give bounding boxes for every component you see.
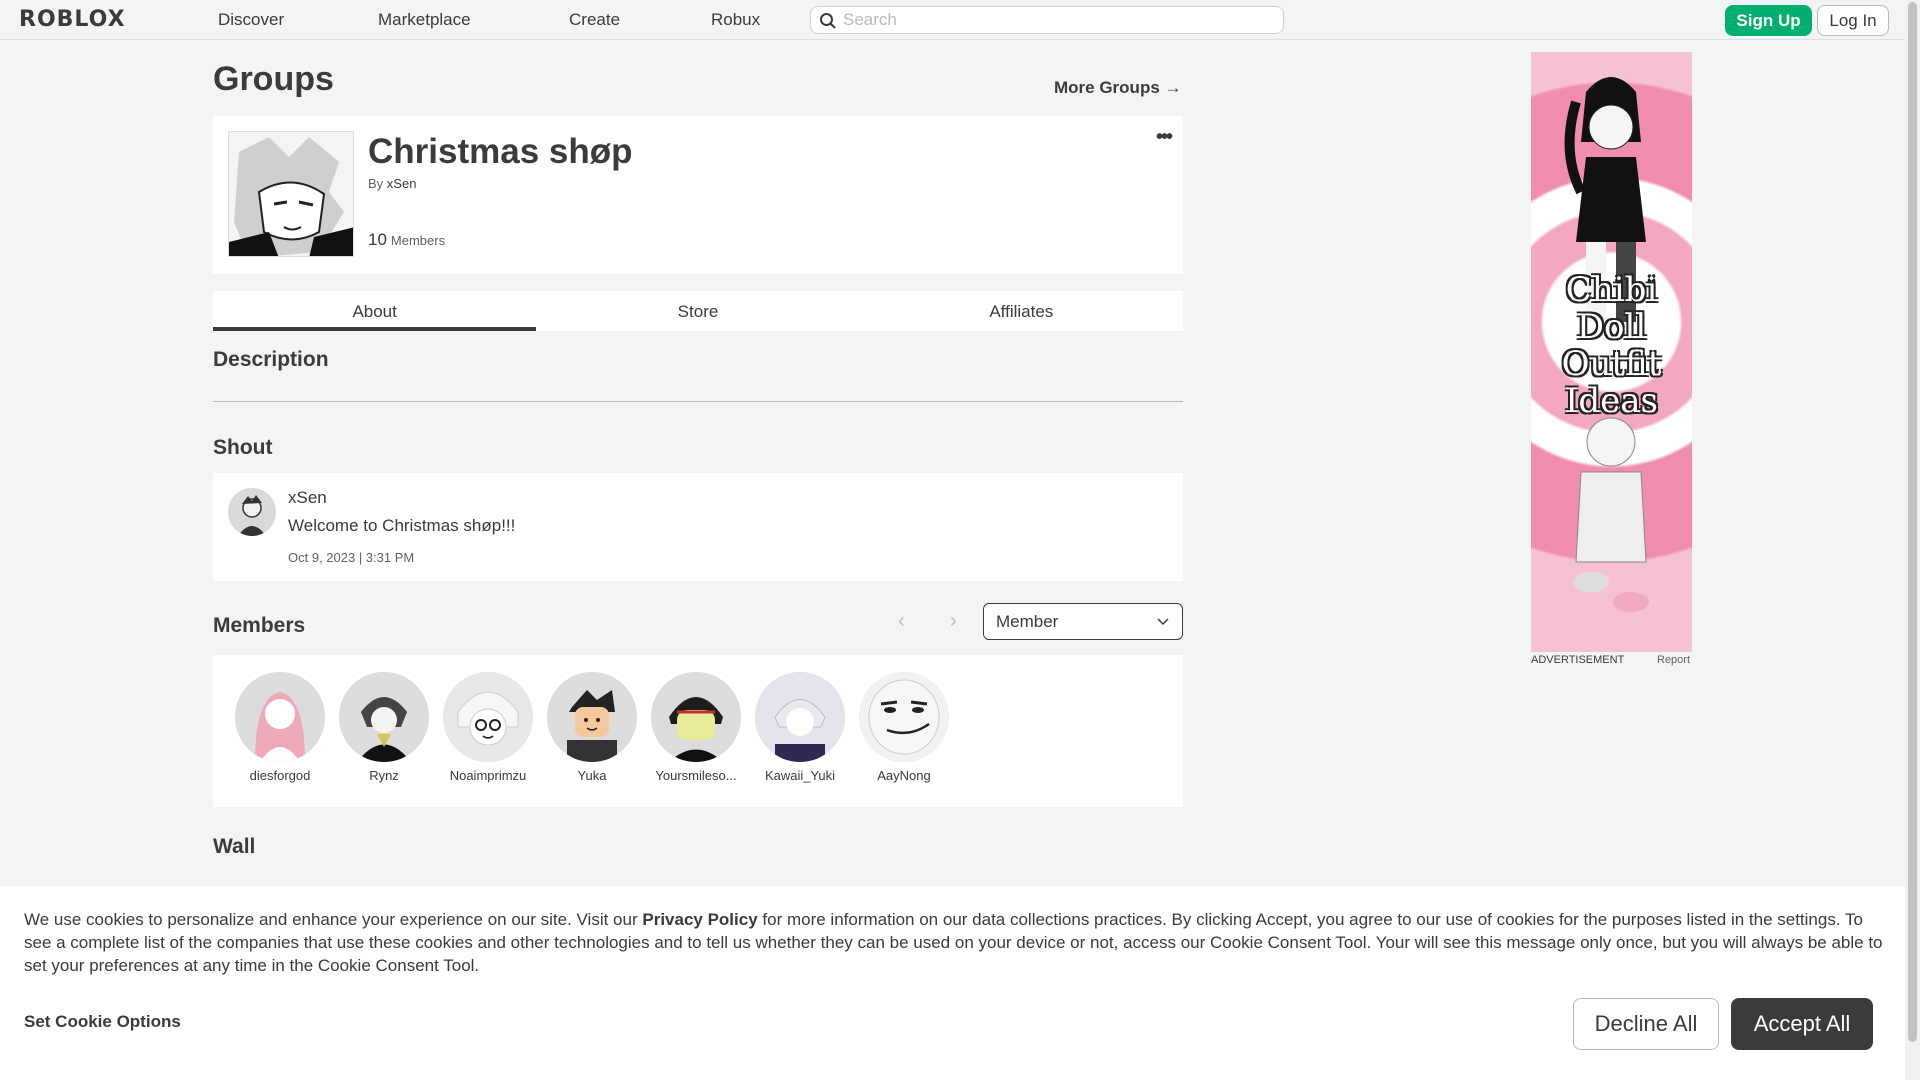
nav-marketplace[interactable]: Marketplace — [378, 10, 471, 30]
member-role-selected: Member — [996, 612, 1059, 631]
search-icon — [820, 13, 836, 29]
group-owner-link[interactable]: xSen — [387, 176, 417, 191]
advertisement-banner[interactable]: Chibi Doll Outfit Ideas — [1531, 52, 1692, 652]
group-name: Christmas shøp — [368, 132, 633, 171]
wall-heading: Wall — [213, 835, 256, 858]
page-scrollbar[interactable] — [1905, 0, 1920, 1080]
ad-label: ADVERTISEMENT — [1531, 654, 1625, 666]
cookie-banner: We use cookies to personalize and enhanc… — [0, 886, 1905, 1080]
top-nav: ROBLOX Discover Marketplace Create Robux… — [0, 0, 1905, 40]
shout-timestamp: Oct 9, 2023 | 3:31 PM — [288, 550, 415, 565]
decline-all-button[interactable]: Decline All — [1573, 998, 1719, 1050]
member-count-value: 10 — [368, 230, 387, 249]
cookie-message: We use cookies to personalize and enhanc… — [24, 908, 1884, 977]
member-avatar[interactable] — [339, 672, 429, 762]
members-list: diesforgod Rynz Noaimprimzu Yuka Yoursmi… — [213, 655, 1183, 807]
nav-robux[interactable]: Robux — [711, 10, 760, 30]
search-input[interactable] — [843, 10, 1283, 30]
member-item[interactable]: Yoursmileso... — [646, 672, 746, 783]
member-item[interactable]: Yuka — [542, 672, 642, 783]
chevron-down-icon — [1157, 618, 1169, 626]
ad-headline: Chibi Doll Outfit Ideas — [1561, 270, 1662, 421]
member-item[interactable]: Kawaii_Yuki — [750, 672, 850, 783]
more-groups-link[interactable]: More Groups → — [1054, 78, 1182, 98]
shout-avatar[interactable] — [228, 488, 276, 536]
set-cookie-options-link[interactable]: Set Cookie Options — [24, 1012, 181, 1032]
member-avatar[interactable] — [651, 672, 741, 762]
roblox-logo[interactable]: ROBLOX — [19, 7, 126, 32]
member-name[interactable]: Rynz — [334, 768, 434, 783]
group-tabs: About Store Affiliates — [213, 291, 1183, 331]
page-title: Groups — [213, 60, 334, 98]
privacy-policy-link[interactable]: Privacy Policy — [642, 910, 757, 929]
shout-card: xSen Welcome to Christmas shøp!!! Oct 9,… — [213, 473, 1183, 581]
shout-username[interactable]: xSen — [288, 488, 327, 508]
nav-create[interactable]: Create — [569, 10, 620, 30]
group-owner-line: By xSen — [368, 176, 416, 191]
member-item[interactable]: Rynz — [334, 672, 434, 783]
member-count-label: Members — [390, 233, 446, 248]
member-item[interactable]: diesforgod — [230, 672, 330, 783]
nav-discover[interactable]: Discover — [218, 10, 284, 30]
tab-affiliates[interactable]: Affiliates — [860, 291, 1183, 331]
member-role-dropdown[interactable]: Member — [983, 603, 1183, 640]
prev-page-icon[interactable]: ‹ — [898, 610, 905, 633]
group-emblem — [228, 131, 354, 257]
group-header-card: Christmas shøp By xSen 10 Members ••• — [213, 116, 1183, 274]
tab-store[interactable]: Store — [536, 291, 859, 331]
member-name[interactable]: diesforgod — [230, 768, 330, 783]
members-heading: Members — [213, 614, 306, 637]
ad-report-link[interactable]: Report — [1657, 654, 1690, 666]
member-name[interactable]: Kawaii_Yuki — [750, 768, 850, 783]
member-avatar[interactable] — [755, 672, 845, 762]
tab-about[interactable]: About — [213, 291, 537, 331]
member-name[interactable]: Yuka — [542, 768, 642, 783]
member-avatar[interactable] — [547, 672, 637, 762]
next-page-icon[interactable]: › — [950, 610, 957, 633]
member-avatar[interactable] — [443, 672, 533, 762]
group-by-prefix: By — [368, 176, 384, 191]
shout-message: Welcome to Christmas shøp!!! — [288, 516, 516, 535]
cookie-text-before: We use cookies to personalize and enhanc… — [24, 910, 643, 929]
description-divider — [213, 401, 1183, 402]
member-name[interactable]: Noaimprimzu — [438, 768, 538, 783]
sign-up-button[interactable]: Sign Up — [1725, 5, 1812, 36]
member-avatar[interactable] — [235, 672, 325, 762]
group-member-count: 10 Members — [368, 230, 445, 250]
description-heading: Description — [213, 348, 329, 371]
accept-all-button[interactable]: Accept All — [1731, 998, 1873, 1050]
member-name[interactable]: Yoursmileso... — [646, 768, 746, 783]
search-box[interactable] — [810, 6, 1284, 34]
member-avatar[interactable] — [859, 672, 949, 762]
more-dots-icon[interactable]: ••• — [1156, 126, 1173, 149]
shout-heading: Shout — [213, 436, 273, 459]
member-item[interactable]: AayNong — [854, 672, 954, 783]
log-in-button[interactable]: Log In — [1817, 5, 1889, 36]
member-name[interactable]: AayNong — [854, 768, 954, 783]
member-item[interactable]: Noaimprimzu — [438, 672, 538, 783]
scrollbar-thumb[interactable] — [1908, 2, 1917, 1042]
